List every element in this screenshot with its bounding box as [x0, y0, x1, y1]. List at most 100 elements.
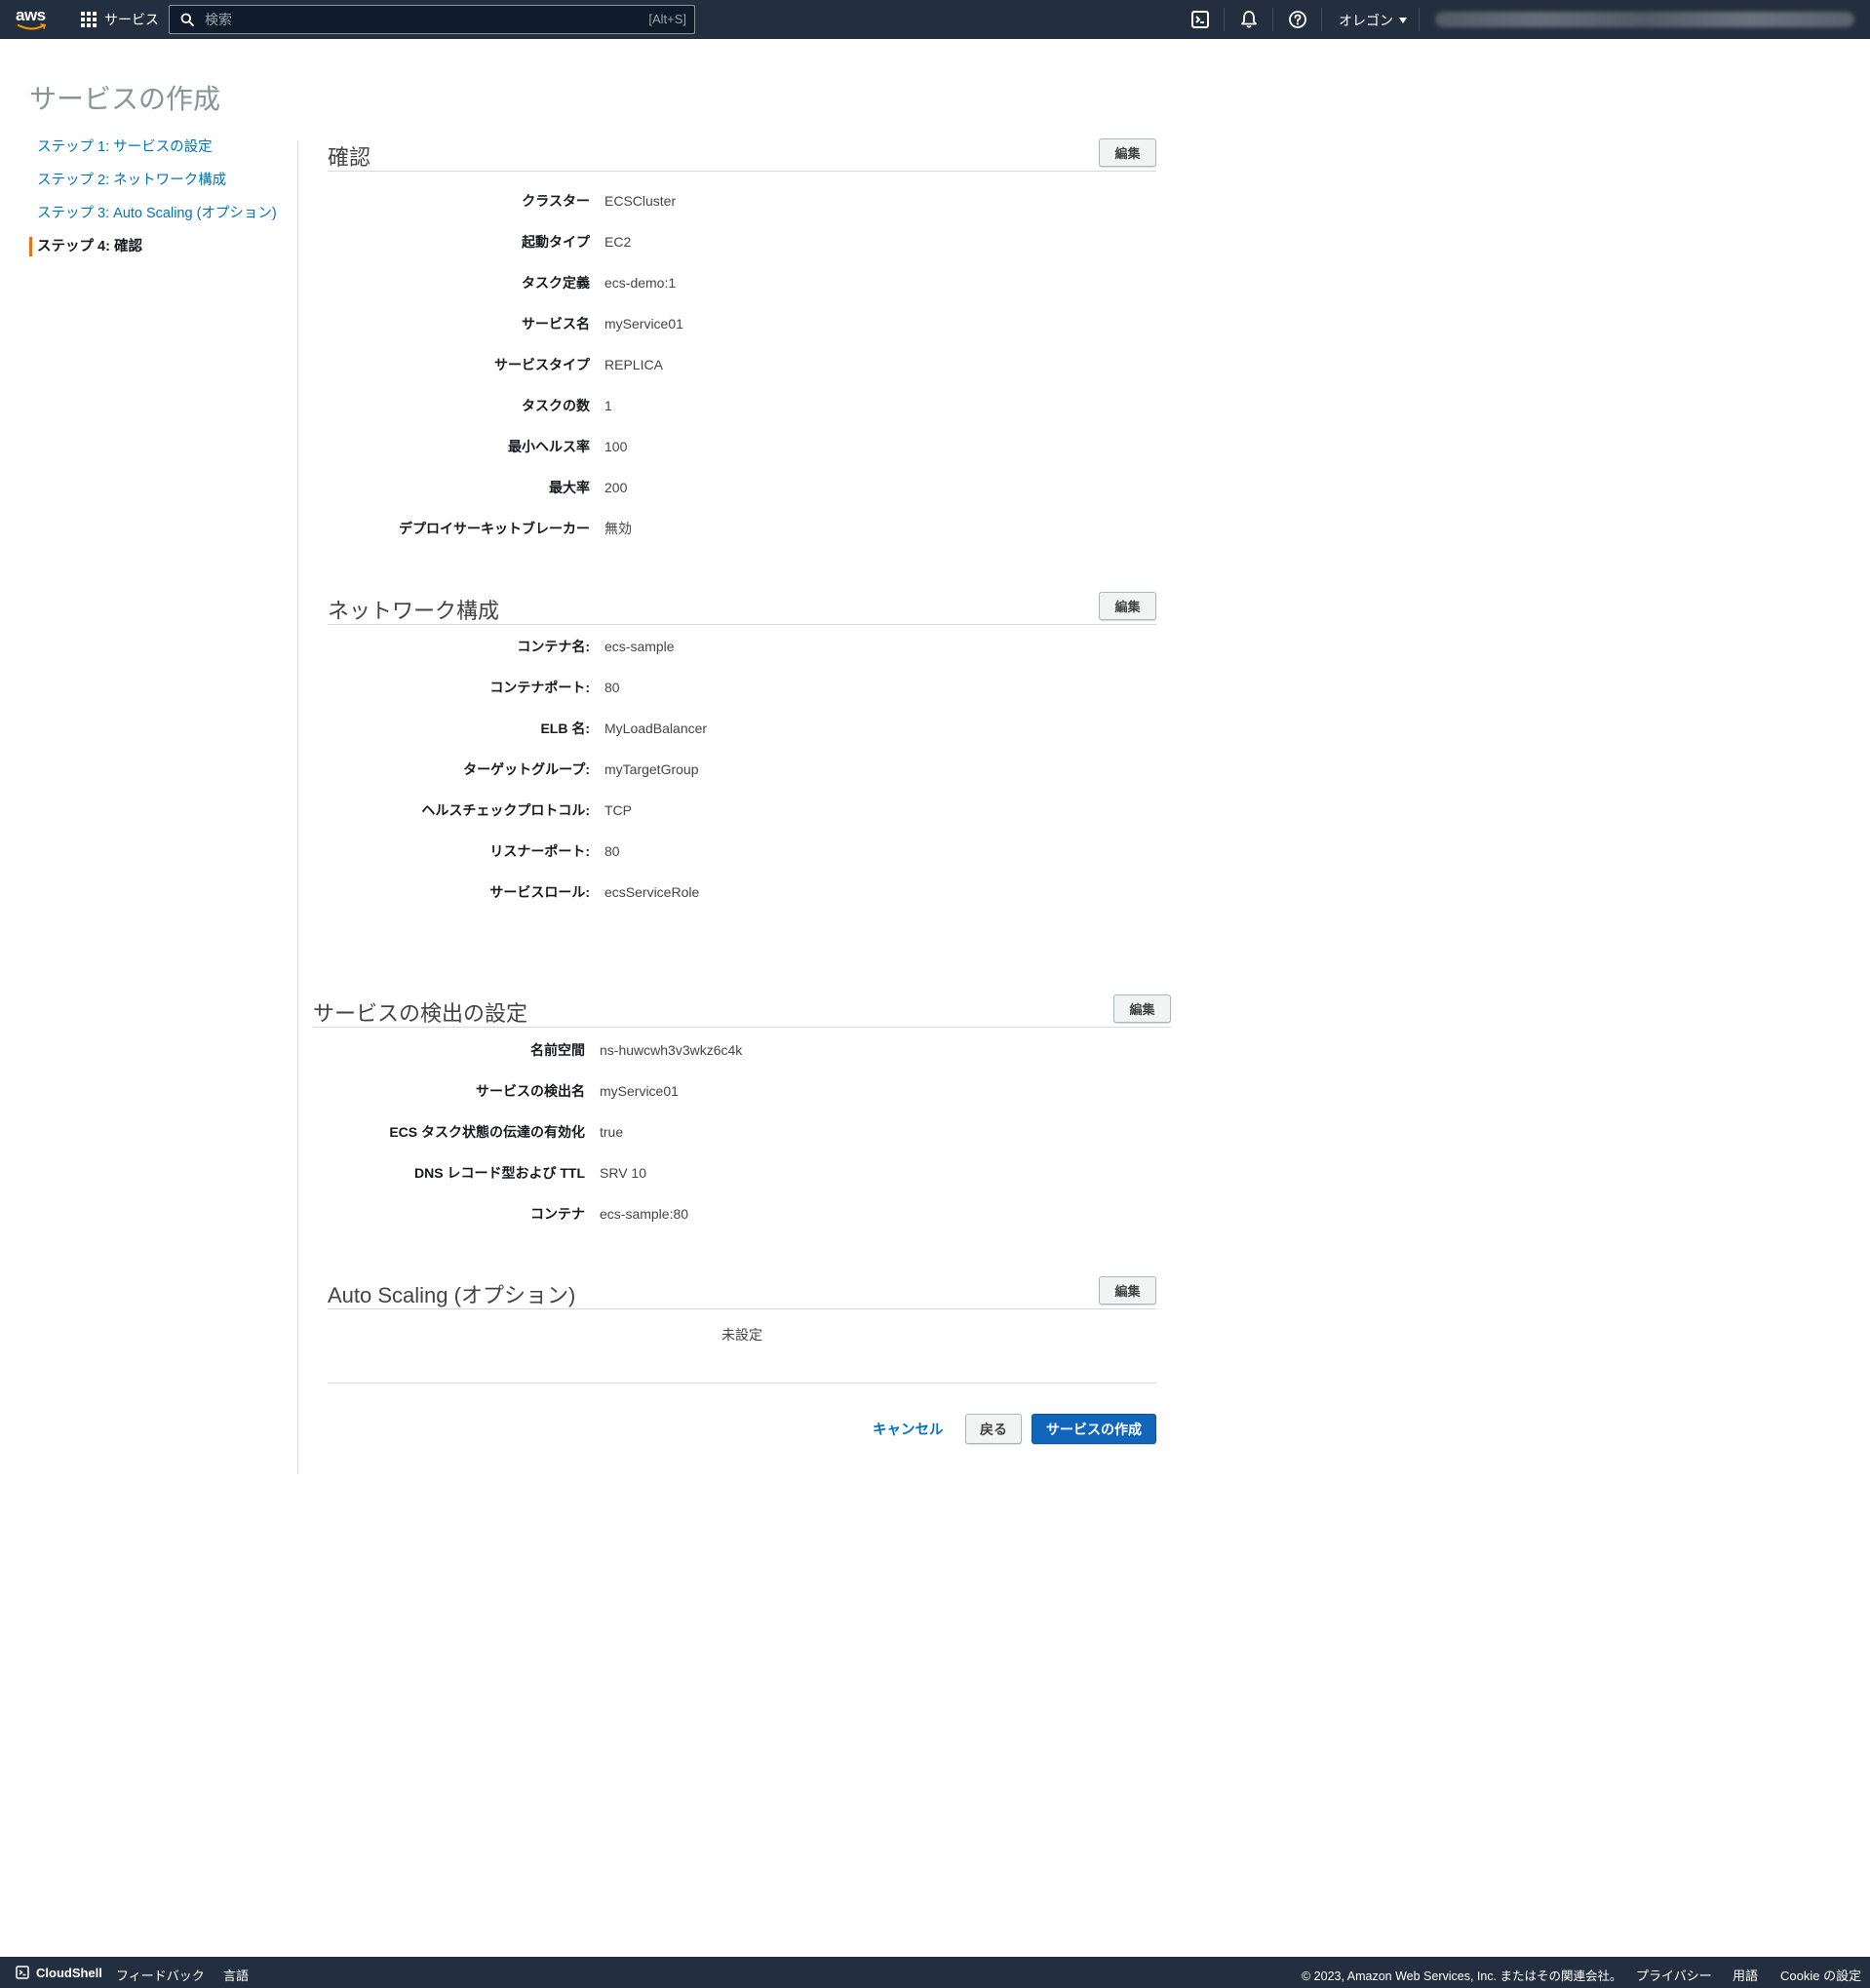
autoscaling-section: Auto Scaling (オプション) 編集 未設定: [328, 1274, 1156, 1343]
search-shortcut-hint: [Alt+S]: [648, 12, 686, 26]
footer-terms-link[interactable]: 用語: [1733, 1966, 1758, 1984]
autoscaling-section-header: Auto Scaling (オプション) 編集: [328, 1274, 1156, 1309]
autoscaling-edit-button[interactable]: 編集: [1099, 1276, 1156, 1305]
autoscaling-unset-text: 未設定: [721, 1327, 762, 1343]
nav-separator: [1272, 8, 1273, 31]
footer-language-link[interactable]: 言語: [223, 1966, 249, 1984]
region-selector[interactable]: オレゴン: [1339, 11, 1407, 30]
footer-cloudshell-link[interactable]: CloudShell: [36, 1966, 102, 1980]
review-row-label: サービスタイプ: [494, 357, 590, 372]
network-row: コンテナポート: 80: [328, 678, 1108, 697]
region-label: オレゴン: [1339, 13, 1393, 28]
help-icon[interactable]: [1288, 10, 1307, 29]
service-discovery-section-header: サービスの検出の設定 編集: [313, 993, 1171, 1028]
cloudshell-icon[interactable]: [1190, 10, 1210, 29]
footer-cookie-link[interactable]: Cookie の設定: [1780, 1966, 1861, 1984]
cancel-link[interactable]: キャンセル: [873, 1419, 944, 1439]
review-row: タスクの数 1: [328, 396, 1108, 415]
aws-logo[interactable]: aws: [16, 7, 51, 32]
review-row: 最小ヘルス率 100: [328, 437, 1108, 456]
discovery-row-value: ns-huwcwh3v3wkz6c4k: [600, 1042, 743, 1058]
review-row: サービス名 myService01: [328, 314, 1108, 333]
service-discovery-section-title: サービスの検出の設定: [313, 1001, 528, 1026]
network-row: ELB 名: MyLoadBalancer: [328, 719, 1108, 738]
review-row-label: 最大率: [549, 480, 590, 495]
review-row-label: タスクの数: [522, 398, 590, 413]
create-service-button[interactable]: サービスの作成: [1032, 1414, 1156, 1444]
discovery-row-label: DNS レコード型および TTL: [414, 1165, 585, 1181]
network-row: リスナーポート: 80: [328, 841, 1108, 861]
network-row: ターゲットグループ: myTargetGroup: [328, 760, 1108, 779]
grid-icon: [81, 12, 97, 27]
review-row-value: 200: [604, 480, 628, 495]
bell-icon[interactable]: [1239, 10, 1259, 29]
review-row: デプロイサーキットブレーカー 無効: [328, 519, 1108, 538]
review-row-label: サービス名: [522, 316, 590, 331]
steps-divider: [297, 140, 298, 1474]
search-box[interactable]: [Alt+S]: [169, 5, 695, 34]
network-row-value: ecsServiceRole: [604, 884, 700, 900]
network-section: ネットワーク構成 編集 コンテナ名: ecs-sample コンテナポート: 80 EL…: [328, 590, 1156, 900]
services-menu-button[interactable]: サービス: [81, 9, 159, 30]
review-row-label: 起動タイプ: [522, 234, 590, 250]
network-row-label: ELB 名:: [540, 721, 590, 736]
nav-separator: [1224, 8, 1225, 31]
footer-privacy-link[interactable]: プライバシー: [1636, 1966, 1712, 1984]
discovery-row-label: 名前空間: [530, 1042, 585, 1058]
review-row: サービスタイプ REPLICA: [328, 355, 1108, 374]
actions-divider: [328, 1383, 1156, 1384]
review-row-value: myService01: [604, 316, 683, 331]
discovery-row-value: SRV 10: [600, 1165, 646, 1181]
review-row: タスク定義 ecs-demo:1: [328, 273, 1108, 292]
aws-smile-icon: [18, 23, 47, 30]
review-row-value: EC2: [604, 234, 632, 250]
network-row: ヘルスチェックプロトコル: TCP: [328, 800, 1108, 820]
network-row-label: ターゲットグループ:: [463, 761, 590, 777]
cloudshell-icon: [16, 1966, 29, 1979]
nav-separator: [1419, 8, 1420, 31]
discovery-row-value: myService01: [600, 1083, 679, 1099]
step-4-current: ステップ 4: 確認: [29, 236, 283, 269]
back-button[interactable]: 戻る: [965, 1414, 1022, 1444]
review-row-value: ecs-demo:1: [604, 275, 677, 291]
network-edit-button[interactable]: 編集: [1099, 592, 1156, 620]
services-label: サービス: [104, 12, 159, 27]
review-row-value: 100: [604, 439, 628, 454]
search-input[interactable]: [205, 10, 595, 29]
review-section-header: 確認 編集: [328, 136, 1156, 172]
network-row-label: コンテナ名:: [517, 639, 590, 654]
account-menu-blurred[interactable]: [1435, 12, 1854, 27]
network-row: サービスロール: ecsServiceRole: [328, 882, 1108, 902]
network-row: コンテナ名: ecs-sample: [328, 637, 1108, 656]
step-2-link[interactable]: ステップ 2: ネットワーク構成: [29, 170, 283, 203]
step-3-link[interactable]: ステップ 3: Auto Scaling (オプション): [29, 203, 283, 236]
network-row-value: ecs-sample: [604, 639, 675, 654]
network-section-header: ネットワーク構成 編集: [328, 590, 1156, 625]
network-row-value: myTargetGroup: [604, 761, 699, 777]
footer-feedback-link[interactable]: フィードバック: [116, 1966, 205, 1984]
discovery-row: DNS レコード型および TTL SRV 10: [313, 1163, 1093, 1183]
page-title: サービスの作成: [29, 84, 221, 114]
review-row-value: 無効: [604, 521, 632, 536]
footer-copyright: © 2023, Amazon Web Services, Inc. またはその関…: [1302, 1969, 1622, 1983]
network-row-value: TCP: [604, 802, 632, 818]
review-row: クラスター ECSCluster: [328, 191, 1108, 211]
service-discovery-section: サービスの検出の設定 編集 名前空間 ns-huwcwh3v3wkz6c4k サービ…: [313, 993, 1171, 1222]
review-edit-button[interactable]: 編集: [1099, 138, 1156, 167]
network-row-label: サービスロール:: [489, 884, 590, 900]
discovery-row: ECS タスク状態の伝達の有効化 true: [313, 1122, 1093, 1142]
discovery-row-label: サービスの検出名: [476, 1083, 585, 1099]
review-row-label: 最小ヘルス率: [508, 439, 590, 454]
discovery-row-label: コンテナ: [530, 1206, 585, 1222]
review-row-value: ECSCluster: [604, 193, 677, 209]
review-section-title: 確認: [328, 145, 371, 170]
review-row-label: デプロイサーキットブレーカー: [399, 521, 590, 536]
review-section: 確認 編集 クラスター ECSCluster 起動タイプ EC2 タスク定義 ecs-de…: [328, 136, 1156, 536]
network-section-title: ネットワーク構成: [328, 599, 500, 623]
step-1-link[interactable]: ステップ 1: サービスの設定: [29, 136, 283, 170]
network-row-value: 80: [604, 680, 620, 695]
service-discovery-edit-button[interactable]: 編集: [1113, 994, 1171, 1023]
discovery-row: コンテナ ecs-sample:80: [313, 1204, 1093, 1224]
network-row-label: コンテナポート:: [489, 680, 590, 695]
network-row-label: リスナーポート:: [489, 843, 590, 859]
